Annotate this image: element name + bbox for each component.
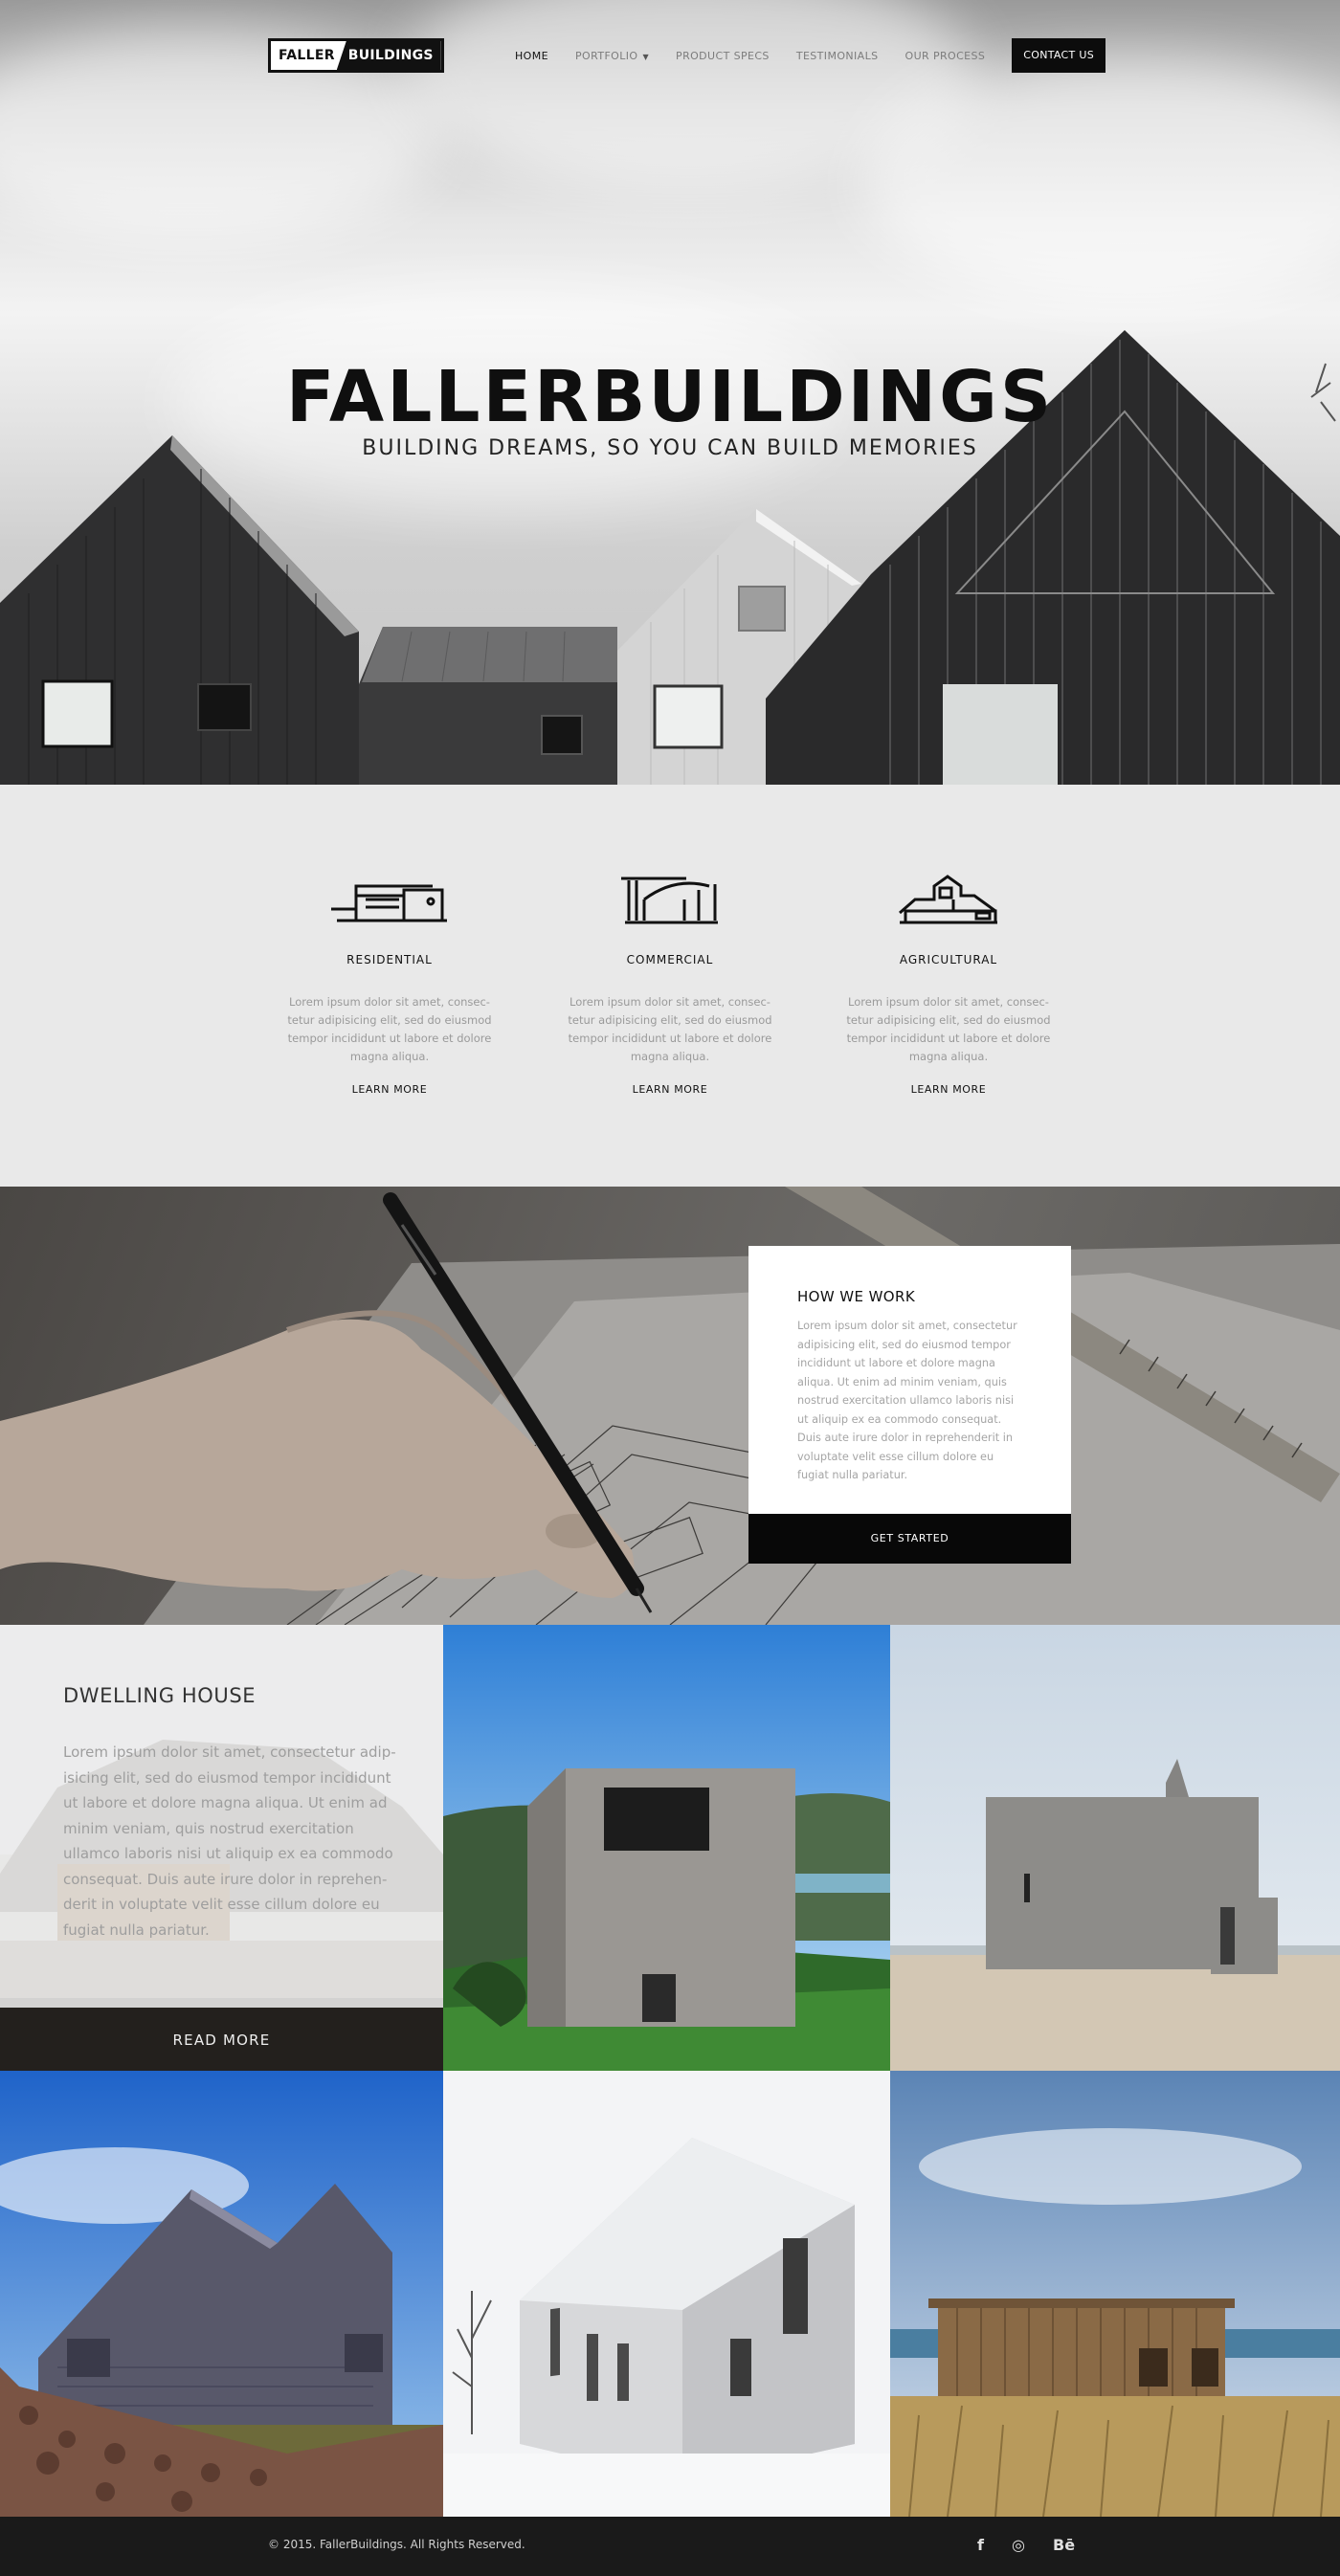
brand-logo-part2: BUILDINGS — [336, 41, 441, 70]
learn-more-link[interactable]: LEARN MORE — [275, 1083, 504, 1096]
service-agricultural: AGRICULTURAL Lorem ipsum dolor sit amet,… — [834, 871, 1063, 1096]
dwelling-house-title: DWELLING HOUSE — [63, 1684, 257, 1707]
how-we-work-card: HOW WE WORK Lorem ipsum dolor sit amet, … — [748, 1246, 1071, 1514]
nav-item-portfolio[interactable]: PORTFOLIO ▼ — [575, 50, 649, 62]
copyright-text: © 2015. FallerBuildings. All Rights Rese… — [268, 2538, 525, 2551]
learn-more-link[interactable]: LEARN MORE — [555, 1083, 785, 1096]
dwelling-house-text: Lorem ipsum dolor sit amet, consectetur … — [63, 1743, 396, 1939]
service-title: RESIDENTIAL — [346, 953, 433, 966]
drafting-photo — [0, 1187, 1340, 1625]
gallery-tile-dwelling-house[interactable]: DWELLING HOUSE Lorem ipsum dolor sit ame… — [0, 1625, 443, 2071]
contact-us-button[interactable]: CONTACT US — [1012, 38, 1106, 73]
gallery-tile-tower-house[interactable] — [443, 1625, 890, 2071]
nav-item-home[interactable]: HOME — [515, 50, 548, 62]
get-started-button[interactable]: GET STARTED — [748, 1514, 1071, 1564]
how-we-work-section: HOW WE WORK Lorem ipsum dolor sit amet, … — [0, 1187, 1340, 1625]
service-description: Lorem ipsum dolor sit amet, consec-tetur… — [287, 995, 492, 1063]
gallery-tile-timber-house[interactable] — [890, 2071, 1340, 2517]
commercial-building-icon — [621, 877, 718, 924]
service-title: COMMERCIAL — [626, 953, 714, 966]
hero-title: FALLERBUILDINGS — [285, 356, 1055, 438]
hero-subtitle: BUILDING DREAMS, SO YOU CAN BUILD MEMORI… — [362, 436, 978, 460]
brand-logo[interactable]: FALLER BUILDINGS — [268, 38, 444, 73]
service-description: Lorem ipsum dolor sit amet, consec-tetur… — [568, 995, 772, 1063]
service-residential: RESIDENTIAL Lorem ipsum dolor sit amet, … — [275, 871, 504, 1096]
brand-logo-part1: FALLER — [271, 41, 343, 70]
nav-item-testimonials[interactable]: TESTIMONIALS — [796, 50, 879, 62]
gallery-tile-stone-wall-house[interactable] — [0, 2071, 443, 2517]
dribbble-icon[interactable]: ◎ — [1012, 2536, 1025, 2554]
footer: © 2015. FallerBuildings. All Rights Rese… — [0, 2517, 1340, 2576]
services-section: RESIDENTIAL Lorem ipsum dolor sit amet, … — [0, 785, 1340, 1187]
nav-item-our-process[interactable]: OUR PROCESS — [905, 50, 986, 62]
behance-icon[interactable]: Bē — [1053, 2536, 1075, 2554]
gallery-tile-snow-house[interactable] — [443, 2071, 890, 2517]
snow-house-photo — [443, 2071, 890, 2517]
how-we-work-title: HOW WE WORK — [797, 1288, 916, 1305]
main-nav: HOME PORTFOLIO ▼ PRODUCT SPECS TESTIMONIA… — [488, 38, 1106, 73]
residential-house-icon — [331, 884, 447, 922]
stone-wall-house-photo — [0, 2071, 443, 2517]
tower-house-photo — [443, 1625, 890, 2071]
agricultural-barn-icon — [899, 875, 997, 924]
gallery-tile-beach-house[interactable] — [890, 1625, 1340, 2071]
chevron-down-icon: ▼ — [642, 52, 650, 61]
hero-section: FALLER BUILDINGS HOME PORTFOLIO ▼ PRODUCT… — [0, 0, 1340, 785]
dwelling-house-overlay: DWELLING HOUSE Lorem ipsum dolor sit ame… — [0, 1625, 443, 2008]
facebook-icon[interactable]: f — [977, 2536, 984, 2554]
service-commercial: COMMERCIAL Lorem ipsum dolor sit amet, c… — [555, 871, 785, 1096]
beach-house-photo — [890, 1625, 1340, 2071]
nav-item-portfolio-label: PORTFOLIO — [574, 49, 638, 62]
nav-item-product-specs[interactable]: PRODUCT SPECS — [676, 50, 770, 62]
learn-more-link[interactable]: LEARN MORE — [834, 1083, 1063, 1096]
how-we-work-text: Lorem ipsum dolor sit amet, consectetur … — [797, 1320, 1017, 1481]
service-title: AGRICULTURAL — [899, 953, 998, 966]
read-more-button[interactable]: READ MORE — [0, 2008, 443, 2071]
timber-house-photo — [890, 2071, 1340, 2517]
service-description: Lorem ipsum dolor sit amet, consec-tetur… — [846, 995, 1051, 1063]
